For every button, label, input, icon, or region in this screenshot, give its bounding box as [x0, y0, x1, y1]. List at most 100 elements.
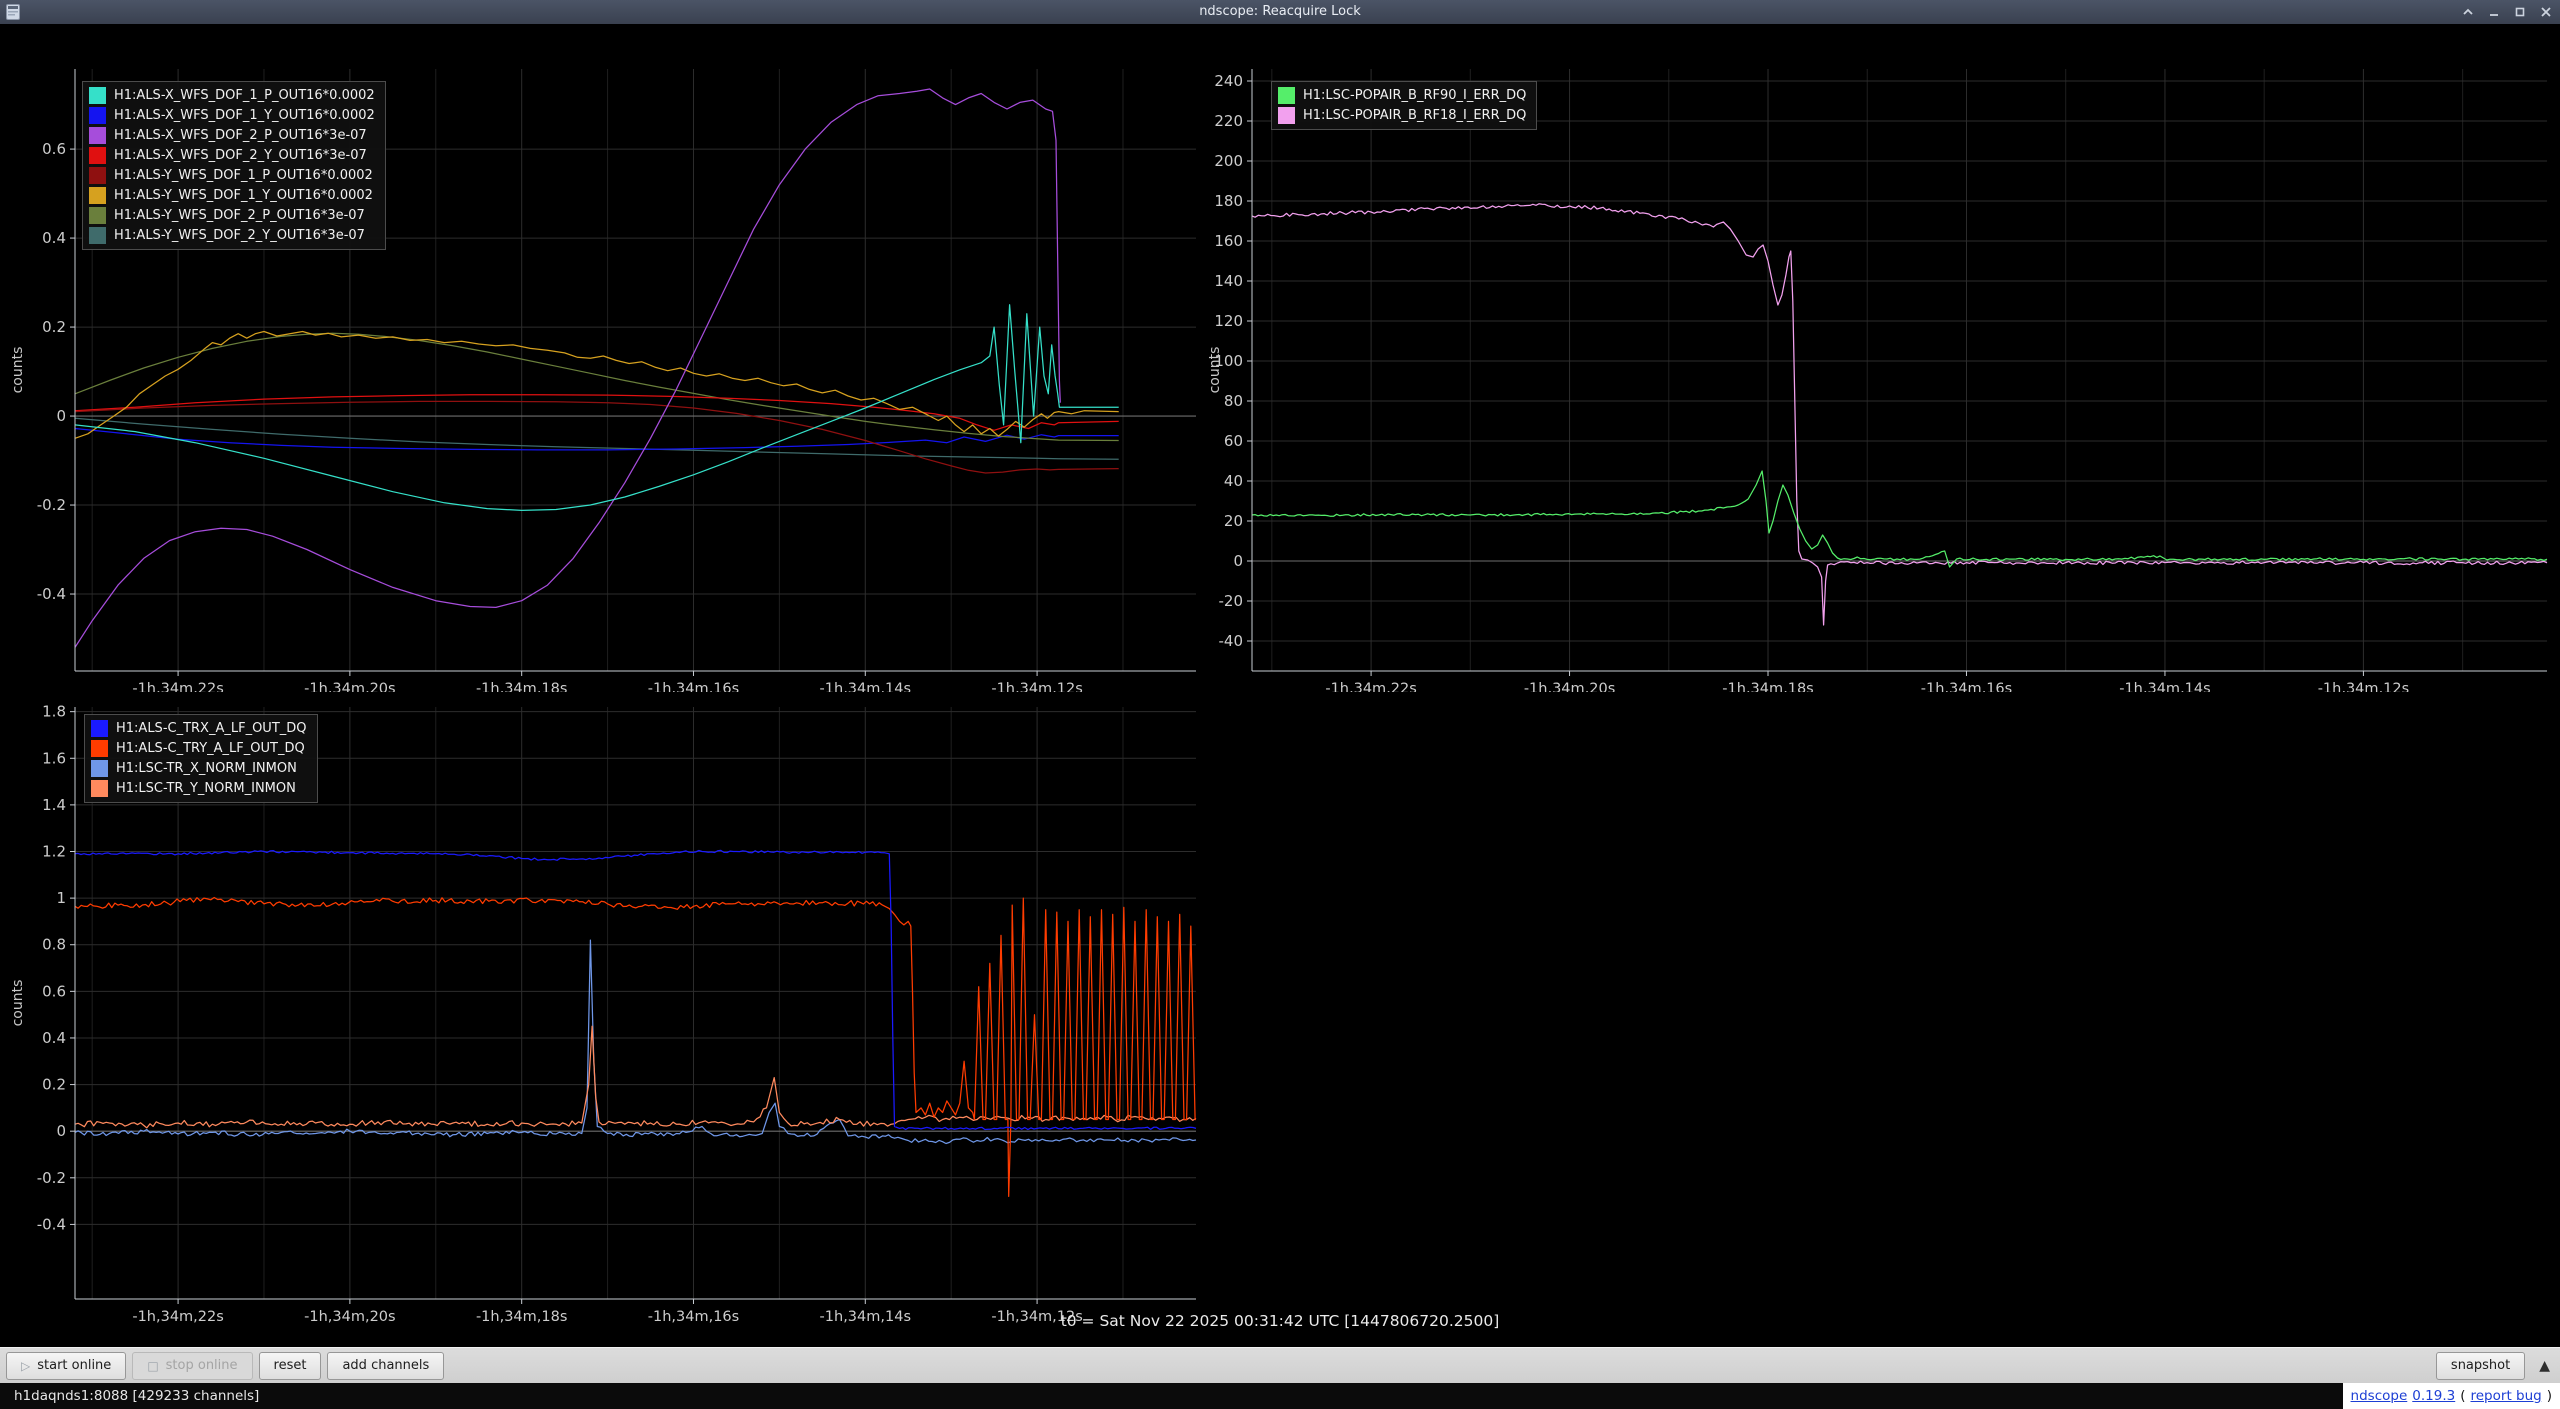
t0-label: t0 = Sat Nov 22 2025 00:31:42 UTC [14478…	[0, 1312, 2560, 1330]
series-line	[75, 305, 1119, 511]
y-tick-label: -40	[1219, 632, 1244, 650]
shade-icon[interactable]	[2462, 7, 2474, 17]
server-status: h1daqnds1:8088 [429233 channels]	[14, 1388, 259, 1404]
legend-item[interactable]: H1:ALS-X_WFS_DOF_2_P_OUT16*3e-07	[89, 127, 375, 144]
x-tick-label: -1h,34m,22s	[132, 681, 223, 692]
legend-swatch	[89, 187, 106, 204]
y-tick-label: 240	[1214, 72, 1243, 90]
legend-item[interactable]: H1:ALS-Y_WFS_DOF_2_Y_OUT16*3e-07	[89, 227, 375, 244]
ndscope-window: ndscope: Reacquire Lock 0.6 0.4 0.2 0 -0.2 -0…	[0, 0, 2560, 1409]
x-tick-label: -1h,34m,22s	[1325, 681, 1416, 692]
legend-item[interactable]: H1:LSC-POPAIR_B_RF90_I_ERR_DQ	[1278, 87, 1526, 104]
legend-item[interactable]: H1:ALS-Y_WFS_DOF_1_Y_OUT16*0.0002	[89, 187, 375, 204]
legend-label: H1:ALS-X_WFS_DOF_2_Y_OUT16*3e-07	[114, 148, 367, 163]
legend-item[interactable]: H1:ALS-X_WFS_DOF_2_Y_OUT16*3e-07	[89, 147, 375, 164]
y-axis-label: counts	[10, 980, 26, 1027]
up-triangle-icon[interactable]: ▲	[2539, 1358, 2550, 1374]
legend-item[interactable]: H1:ALS-Y_WFS_DOF_1_P_OUT16*0.0002	[89, 167, 375, 184]
version-chip: ndscope 0.19.3 (report bug)	[2343, 1383, 2560, 1409]
legend-swatch	[89, 147, 106, 164]
y-tick-label: -0.4	[37, 585, 66, 603]
legend-item[interactable]: H1:LSC-TR_X_NORM_INMON	[91, 760, 307, 777]
legend[interactable]: H1:LSC-POPAIR_B_RF90_I_ERR_DQ H1:LSC-POPA…	[1271, 81, 1537, 130]
y-tick-label: 40	[1224, 472, 1243, 490]
plot-canvas[interactable]: 240220200180160140120100806040200-20-40-…	[1205, 54, 2555, 692]
legend-item[interactable]: H1:ALS-X_WFS_DOF_1_P_OUT16*0.0002	[89, 87, 375, 104]
y-tick-label: 60	[1224, 432, 1243, 450]
legend-swatch	[1278, 87, 1295, 104]
y-tick-label: -20	[1219, 592, 1244, 610]
legend-swatch	[89, 87, 106, 104]
legend-item[interactable]: H1:ALS-X_WFS_DOF_1_Y_OUT16*0.0002	[89, 107, 375, 124]
add-channels-button[interactable]: add channels	[327, 1352, 444, 1380]
legend-label: H1:LSC-TR_X_NORM_INMON	[116, 761, 297, 776]
legend-item[interactable]: H1:ALS-Y_WFS_DOF_2_P_OUT16*3e-07	[89, 207, 375, 224]
series-line	[1252, 471, 2547, 567]
plot-popair[interactable]: 240220200180160140120100806040200-20-40-…	[1205, 54, 2555, 692]
legend-swatch	[89, 227, 106, 244]
version-link[interactable]: 0.19.3	[2412, 1388, 2455, 1404]
x-tick-label: -1h,34m,16s	[1921, 681, 2012, 692]
series-line	[75, 898, 1196, 1197]
x-tick-label: -1h,34m,20s	[304, 681, 395, 692]
start-online-button[interactable]: ▷ start online	[6, 1352, 126, 1380]
y-tick-label: 220	[1214, 112, 1243, 130]
stop-icon: □	[147, 1359, 158, 1373]
legend-label: H1:ALS-X_WFS_DOF_1_Y_OUT16*0.0002	[114, 108, 375, 123]
y-tick-label: 0.6	[42, 140, 66, 158]
y-tick-label: 0	[1233, 552, 1243, 570]
legend-swatch	[91, 720, 108, 737]
x-tick-label: -1h,34m,12s	[991, 681, 1082, 692]
series-line	[75, 333, 1119, 440]
window-title: ndscope: Reacquire Lock	[0, 0, 2560, 24]
ndscope-link[interactable]: ndscope	[2351, 1388, 2408, 1404]
legend-label: H1:LSC-TR_Y_NORM_INMON	[116, 781, 296, 796]
maximize-icon[interactable]	[2514, 7, 2526, 17]
play-icon: ▷	[21, 1359, 30, 1373]
minimize-icon[interactable]	[2488, 7, 2500, 17]
legend-swatch	[91, 780, 108, 797]
y-tick-label: -0.4	[37, 1215, 66, 1233]
x-tick-label: -1h,34m,14s	[2119, 681, 2210, 692]
y-tick-label: 0.4	[42, 1029, 66, 1047]
legend-label: H1:ALS-Y_WFS_DOF_2_Y_OUT16*3e-07	[114, 228, 365, 243]
plot-als-wfs[interactable]: 0.60.40.20-0.2-0.4-1h,34m,22s-1h,34m,20s…	[8, 54, 1200, 692]
y-tick-label: 1.2	[42, 843, 66, 861]
title-bar[interactable]: ndscope: Reacquire Lock	[0, 0, 2560, 25]
legend-item[interactable]: H1:ALS-C_TRX_A_LF_OUT_DQ	[91, 720, 307, 737]
y-tick-label: 120	[1214, 312, 1243, 330]
y-tick-label: 1	[56, 889, 66, 907]
plot-transmission[interactable]: 1.81.61.41.210.80.60.40.20-0.2-0.4-1h,34…	[8, 692, 1200, 1342]
legend-item[interactable]: H1:LSC-TR_Y_NORM_INMON	[91, 780, 307, 797]
toolbar: ▷ start online □ stop online reset add c…	[0, 1347, 2560, 1383]
stop-online-button[interactable]: □ stop online	[132, 1352, 252, 1380]
plot-grid: 0.6 0.4 0.2 0 -0.2 -0.4 -1h,34m,22s -1h,34m,20s…	[0, 24, 2560, 1347]
legend-item[interactable]: H1:LSC-POPAIR_B_RF18_I_ERR_DQ	[1278, 107, 1526, 124]
status-bar: h1daqnds1:8088 [429233 channels] ndscope…	[0, 1383, 2560, 1409]
legend[interactable]: H1:ALS-C_TRX_A_LF_OUT_DQ H1:ALS-C_TRY_A_L…	[84, 714, 318, 803]
reset-button[interactable]: reset	[259, 1352, 322, 1380]
snapshot-button[interactable]: snapshot	[2436, 1352, 2525, 1380]
x-tick-label: -1h,34m,18s	[476, 681, 567, 692]
y-tick-label: 0.4	[42, 229, 66, 247]
legend[interactable]: H1:ALS-X_WFS_DOF_1_P_OUT16*0.0002 H1:ALS-…	[82, 81, 386, 250]
y-axis-label: counts	[10, 347, 26, 394]
series-line	[75, 429, 1119, 450]
y-tick-label: 0.2	[42, 318, 66, 336]
report-bug-link[interactable]: report bug	[2471, 1388, 2542, 1404]
legend-swatch	[89, 167, 106, 184]
y-tick-label: 0.2	[42, 1076, 66, 1094]
y-tick-label: -0.2	[37, 496, 66, 514]
y-tick-label: 20	[1224, 512, 1243, 530]
legend-item[interactable]: H1:ALS-C_TRY_A_LF_OUT_DQ	[91, 740, 307, 757]
y-tick-label: 0.8	[42, 936, 66, 954]
bug-paren-close: )	[2547, 1388, 2552, 1404]
legend-label: H1:LSC-POPAIR_B_RF90_I_ERR_DQ	[1303, 88, 1526, 103]
y-tick-label: 80	[1224, 392, 1243, 410]
legend-swatch	[89, 107, 106, 124]
legend-label: H1:ALS-X_WFS_DOF_1_P_OUT16*0.0002	[114, 88, 375, 103]
legend-swatch	[1278, 107, 1295, 124]
x-tick-label: -1h,34m,18s	[1722, 681, 1813, 692]
y-tick-label: 160	[1214, 232, 1243, 250]
close-icon[interactable]	[2540, 7, 2552, 17]
